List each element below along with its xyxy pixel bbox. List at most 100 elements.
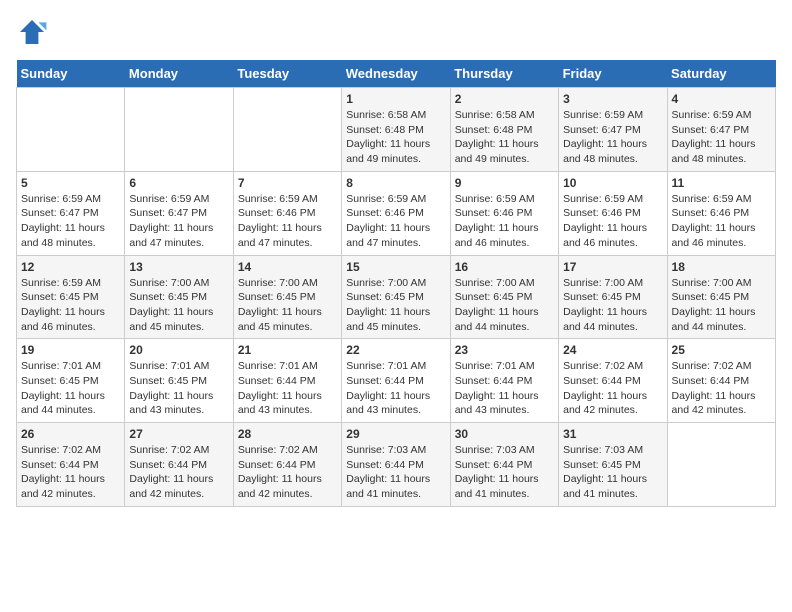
calendar-table: SundayMondayTuesdayWednesdayThursdayFrid… [16,60,776,507]
day-info: Sunrise: 7:00 AMSunset: 6:45 PMDaylight:… [129,276,228,335]
logo [16,16,52,48]
day-number: 28 [238,427,337,441]
day-info: Sunrise: 6:59 AMSunset: 6:47 PMDaylight:… [129,192,228,251]
day-number: 13 [129,260,228,274]
weekday-row: SundayMondayTuesdayWednesdayThursdayFrid… [17,60,776,88]
day-info: Sunrise: 7:03 AMSunset: 6:45 PMDaylight:… [563,443,662,502]
weekday-header: Saturday [667,60,775,88]
day-number: 20 [129,343,228,357]
day-number: 29 [346,427,445,441]
weekday-header: Thursday [450,60,558,88]
day-info: Sunrise: 6:59 AMSunset: 6:46 PMDaylight:… [563,192,662,251]
calendar-week-row: 19 Sunrise: 7:01 AMSunset: 6:45 PMDayligh… [17,339,776,423]
calendar-cell: 30 Sunrise: 7:03 AMSunset: 6:44 PMDayligh… [450,423,558,507]
day-number: 24 [563,343,662,357]
calendar-cell: 28 Sunrise: 7:02 AMSunset: 6:44 PMDayligh… [233,423,341,507]
day-info: Sunrise: 7:00 AMSunset: 6:45 PMDaylight:… [563,276,662,335]
calendar-cell: 7 Sunrise: 6:59 AMSunset: 6:46 PMDaylight… [233,171,341,255]
day-info: Sunrise: 7:00 AMSunset: 6:45 PMDaylight:… [672,276,771,335]
calendar-cell: 16 Sunrise: 7:00 AMSunset: 6:45 PMDayligh… [450,255,558,339]
day-info: Sunrise: 6:59 AMSunset: 6:46 PMDaylight:… [238,192,337,251]
calendar-cell: 25 Sunrise: 7:02 AMSunset: 6:44 PMDayligh… [667,339,775,423]
calendar-cell: 3Sunrise: 6:59 AMSunset: 6:47 PMDaylight… [559,88,667,172]
calendar-cell: 9Sunrise: 6:59 AMSunset: 6:46 PMDaylight… [450,171,558,255]
day-number: 30 [455,427,554,441]
day-number: 10 [563,176,662,190]
day-number: 6 [129,176,228,190]
day-number: 4 [672,92,771,106]
calendar-cell: 26Sunrise: 7:02 AMSunset: 6:44 PMDayligh… [17,423,125,507]
calendar-cell: 2Sunrise: 6:58 AMSunset: 6:48 PMDaylight… [450,88,558,172]
calendar-cell [125,88,233,172]
day-number: 25 [672,343,771,357]
day-info: Sunrise: 7:00 AMSunset: 6:45 PMDaylight:… [346,276,445,335]
calendar-cell [17,88,125,172]
calendar-cell: 24 Sunrise: 7:02 AMSunset: 6:44 PMDayligh… [559,339,667,423]
calendar-body: 1 Sunrise: 6:58 AMSunset: 6:48 PMDaylight… [17,88,776,507]
calendar-cell: 1 Sunrise: 6:58 AMSunset: 6:48 PMDaylight… [342,88,450,172]
calendar-cell: 14 Sunrise: 7:00 AMSunset: 6:45 PMDayligh… [233,255,341,339]
calendar-cell: 15 Sunrise: 7:00 AMSunset: 6:45 PMDayligh… [342,255,450,339]
calendar-cell: 29 Sunrise: 7:03 AMSunset: 6:44 PMDayligh… [342,423,450,507]
calendar-cell: 8 Sunrise: 6:59 AMSunset: 6:46 PMDaylight… [342,171,450,255]
calendar-cell: 6 Sunrise: 6:59 AMSunset: 6:47 PMDaylight… [125,171,233,255]
day-number: 1 [346,92,445,106]
weekday-header: Monday [125,60,233,88]
day-number: 16 [455,260,554,274]
day-number: 11 [672,176,771,190]
day-number: 14 [238,260,337,274]
day-number: 23 [455,343,554,357]
calendar-cell: 31 Sunrise: 7:03 AMSunset: 6:45 PMDayligh… [559,423,667,507]
day-number: 8 [346,176,445,190]
day-number: 5 [21,176,120,190]
day-number: 17 [563,260,662,274]
day-number: 7 [238,176,337,190]
calendar-cell: 21Sunrise: 7:01 AMSunset: 6:44 PMDayligh… [233,339,341,423]
day-info: Sunrise: 7:02 AMSunset: 6:44 PMDaylight:… [238,443,337,502]
calendar-cell: 18 Sunrise: 7:00 AMSunset: 6:45 PMDayligh… [667,255,775,339]
calendar-week-row: 26 Sunrise: 7:02 AMSunset: 6:44 PMDayligh… [17,423,776,507]
day-info: Sunrise: 7:02 AMSunset: 6:44 PMDaylight:… [563,359,662,418]
calendar-week-row: 1 Sunrise: 6:58 AMSunset: 6:48 PMDaylight… [17,88,776,172]
day-info: Sunrise: 7:03 AMSunset: 6:44 PMDaylight:… [346,443,445,502]
day-info: Sunrise: 6:58 AMSunset: 6:48 PMDaylight:… [455,108,554,167]
day-number: 9 [455,176,554,190]
day-info: Sunrise: 7:01 AMSunset: 6:44 PMDaylight:… [238,359,337,418]
weekday-header: Wednesday [342,60,450,88]
calendar-cell: 17 Sunrise: 7:00 AMSunset: 6:45 PMDayligh… [559,255,667,339]
day-number: 27 [129,427,228,441]
day-info: Sunrise: 6:59 AMSunset: 6:45 PMDaylight:… [21,276,120,335]
weekday-header: Sunday [17,60,125,88]
calendar-week-row: 5 Sunrise: 6:59 AMSunset: 6:47 PMDaylight… [17,171,776,255]
day-info: Sunrise: 6:58 AMSunset: 6:48 PMDaylight:… [346,108,445,167]
calendar-cell: 5Sunrise: 6:59 AMSunset: 6:47 PMDaylight… [17,171,125,255]
calendar-cell: 19Sunrise: 7:01 AMSunset: 6:45 PMDayligh… [17,339,125,423]
calendar-header: SundayMondayTuesdayWednesdayThursdayFrid… [17,60,776,88]
day-number: 12 [21,260,120,274]
day-info: Sunrise: 7:01 AMSunset: 6:44 PMDaylight:… [455,359,554,418]
day-info: Sunrise: 7:02 AMSunset: 6:44 PMDaylight:… [672,359,771,418]
logo-icon [16,16,48,48]
day-number: 31 [563,427,662,441]
weekday-header: Friday [559,60,667,88]
calendar-cell: 11Sunrise: 6:59 AMSunset: 6:46 PMDayligh… [667,171,775,255]
calendar-cell: 27Sunrise: 7:02 AMSunset: 6:44 PMDayligh… [125,423,233,507]
day-number: 18 [672,260,771,274]
day-number: 19 [21,343,120,357]
calendar-cell: 12 Sunrise: 6:59 AMSunset: 6:45 PMDayligh… [17,255,125,339]
calendar-cell: 4 Sunrise: 6:59 AMSunset: 6:47 PMDaylight… [667,88,775,172]
day-info: Sunrise: 7:00 AMSunset: 6:45 PMDaylight:… [455,276,554,335]
calendar-cell: 20 Sunrise: 7:01 AMSunset: 6:45 PMDayligh… [125,339,233,423]
day-info: Sunrise: 7:01 AMSunset: 6:45 PMDaylight:… [129,359,228,418]
day-info: Sunrise: 7:03 AMSunset: 6:44 PMDaylight:… [455,443,554,502]
calendar-cell: 10 Sunrise: 6:59 AMSunset: 6:46 PMDayligh… [559,171,667,255]
day-info: Sunrise: 6:59 AMSunset: 6:46 PMDaylight:… [346,192,445,251]
day-number: 15 [346,260,445,274]
calendar-week-row: 12 Sunrise: 6:59 AMSunset: 6:45 PMDayligh… [17,255,776,339]
day-number: 26 [21,427,120,441]
calendar-cell [667,423,775,507]
day-info: Sunrise: 6:59 AMSunset: 6:47 PMDaylight:… [672,108,771,167]
calendar-cell: 13 Sunrise: 7:00 AMSunset: 6:45 PMDayligh… [125,255,233,339]
day-info: Sunrise: 7:00 AMSunset: 6:45 PMDaylight:… [238,276,337,335]
day-info: Sunrise: 6:59 AMSunset: 6:47 PMDaylight:… [563,108,662,167]
